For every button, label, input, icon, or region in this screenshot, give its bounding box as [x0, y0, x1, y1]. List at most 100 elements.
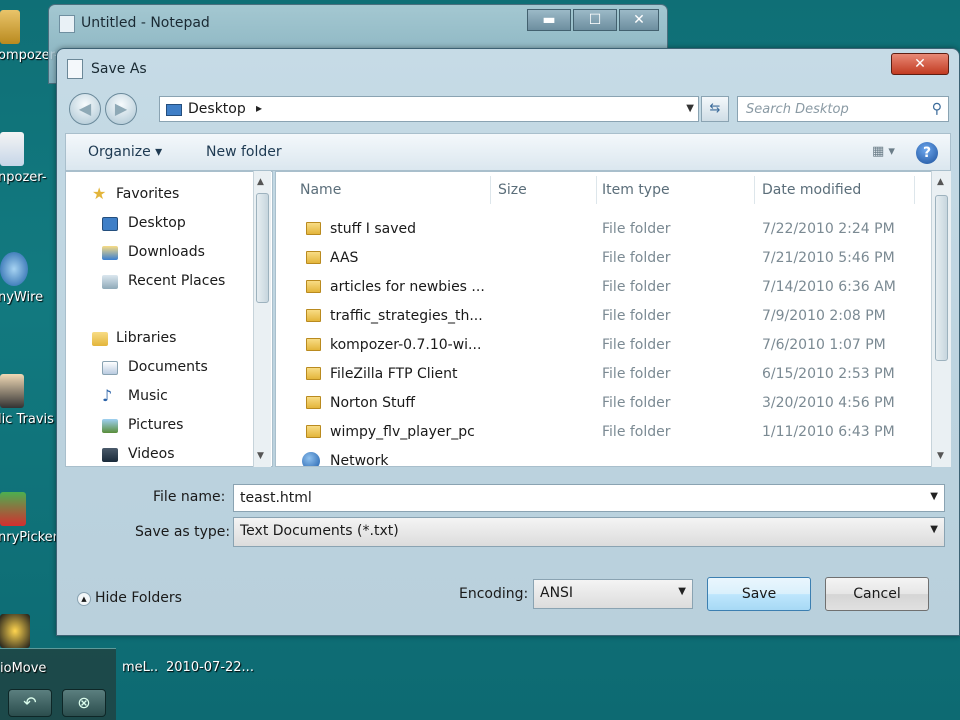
folder-icon [306, 396, 321, 409]
folder-icon [0, 10, 20, 44]
notepad-icon [59, 15, 75, 33]
desktop-icon-label: nryPicker [0, 530, 58, 545]
forward-button[interactable]: ▶ [105, 93, 137, 125]
close-button[interactable]: ✕ [891, 53, 949, 75]
star-icon: ★ [92, 184, 107, 203]
hide-folders-button[interactable]: ▲ Hide Folders [77, 590, 182, 606]
desktop-icon [102, 217, 118, 231]
file-list: Name Size Item type Date modified stuff … [275, 171, 951, 467]
folder-icon [306, 425, 321, 438]
person-icon [0, 374, 24, 408]
save-as-type-select[interactable]: Text Documents (*.txt) ▼ [233, 517, 945, 547]
pictures-icon [102, 419, 118, 433]
address-location[interactable]: Desktop [188, 101, 246, 117]
cherry-icon [0, 492, 26, 526]
nav-recent-places[interactable]: Recent Places [66, 271, 256, 295]
search-icon[interactable]: ⚲ [932, 101, 942, 117]
cancel-icon[interactable]: ⊗ [62, 689, 106, 717]
toolbar: Organize ▾ New folder ▦ ▾ ? [65, 133, 951, 171]
flower-icon [0, 614, 30, 648]
maximize-button[interactable]: ☐ [573, 9, 617, 31]
file-row[interactable]: Norton Stuff File folder 3/20/2010 4:56 … [276, 390, 916, 418]
nav-libraries[interactable]: Libraries [66, 328, 256, 352]
search-placeholder: Search Desktop [746, 102, 849, 117]
desktop-icon-kompozer[interactable]: ompozer- [0, 10, 59, 63]
file-row-network[interactable]: Network [276, 448, 916, 466]
close-button[interactable]: ✕ [619, 9, 659, 31]
file-row[interactable]: articles for newbies ... File folder 7/1… [276, 274, 916, 302]
music-icon: ♪ [102, 386, 113, 405]
back-button[interactable]: ◀ [69, 93, 101, 125]
save-as-type-label: Save as type: [135, 524, 231, 540]
column-date-modified[interactable]: Date modified [762, 182, 861, 198]
organize-button[interactable]: Organize ▾ [88, 144, 162, 160]
scroll-thumb[interactable] [256, 193, 269, 303]
help-button[interactable]: ? [916, 142, 938, 164]
chevron-down-icon[interactable]: ▼ [930, 524, 938, 535]
file-row[interactable]: wimpy_flv_player_pc File folder 1/11/201… [276, 419, 916, 447]
file-row[interactable]: AAS File folder 7/21/2010 5:46 PM [276, 245, 916, 273]
nav-music[interactable]: ♪ Music [66, 386, 256, 410]
nav-favorites[interactable]: ★ Favorites [66, 184, 256, 208]
videos-icon [102, 448, 118, 462]
desktop-icon-label: lic Travis [0, 412, 54, 427]
downloads-icon [102, 246, 118, 260]
column-name[interactable]: Name [300, 182, 341, 198]
navigation-pane: ★ Favorites Desktop Downloads Recent Pla… [65, 171, 273, 467]
desktop-icon-travis[interactable]: lic Travis [0, 374, 54, 427]
file-row[interactable]: kompozer-0.7.10-wi... File folder 7/6/20… [276, 332, 916, 360]
search-input[interactable]: Search Desktop ⚲ [737, 96, 949, 122]
nav-scrollbar[interactable]: ▲ ▼ [253, 171, 271, 467]
folder-icon [306, 367, 321, 380]
nav-videos[interactable]: Videos [66, 444, 256, 466]
desktop-icon-move[interactable] [0, 614, 48, 648]
desktop-icon [166, 104, 182, 116]
chevron-down-icon[interactable]: ▼ [686, 103, 694, 114]
folder-icon [306, 338, 321, 351]
scroll-thumb[interactable] [935, 195, 948, 361]
nav-desktop[interactable]: Desktop [66, 213, 256, 237]
refresh-button[interactable]: ⇆ [701, 96, 729, 122]
undo-button[interactable]: ↶ [8, 689, 52, 717]
file-name-field[interactable]: teast.html ▼ [233, 484, 945, 512]
desktop-icon-label: ioMove [0, 661, 47, 676]
libraries-icon [92, 332, 108, 346]
desktop-icon-picker[interactable]: nryPicker [0, 492, 58, 545]
network-icon [302, 452, 320, 466]
scroll-down-icon[interactable]: ▼ [937, 451, 944, 461]
desktop-icon-anywire[interactable]: nyWire [0, 252, 48, 305]
file-name-label: File name: [153, 489, 226, 505]
chevron-down-icon[interactable]: ▼ [678, 586, 686, 597]
recent-places-icon [102, 275, 118, 289]
desktop-icon-label: nyWire [0, 290, 44, 305]
save-as-type-value: Text Documents (*.txt) [240, 523, 399, 539]
collapse-icon: ▲ [77, 592, 91, 606]
new-folder-button[interactable]: New folder [206, 144, 282, 160]
file-list-scrollbar[interactable]: ▲ ▼ [931, 171, 951, 467]
view-options-button[interactable]: ▦ ▾ [872, 144, 904, 159]
address-bar[interactable]: Desktop ▸ ▼ [159, 96, 699, 122]
notepad-title: Untitled - Notepad [81, 15, 210, 31]
column-item-type[interactable]: Item type [602, 182, 670, 198]
breadcrumb-arrow-icon[interactable]: ▸ [256, 101, 262, 115]
minimize-button[interactable]: ▬ [527, 9, 571, 31]
desktop-icon-kompozer-2[interactable]: npozer- [0, 132, 48, 185]
save-button[interactable]: Save [707, 577, 811, 611]
nav-documents[interactable]: Documents [66, 357, 256, 381]
file-row[interactable]: stuff I saved File folder 7/22/2010 2:24… [276, 216, 916, 244]
encoding-select[interactable]: ANSI ▼ [533, 579, 693, 609]
scroll-up-icon[interactable]: ▲ [937, 177, 944, 187]
file-row[interactable]: FileZilla FTP Client File folder 6/15/20… [276, 361, 916, 389]
nav-pictures[interactable]: Pictures [66, 415, 256, 439]
scroll-up-icon[interactable]: ▲ [257, 177, 264, 187]
column-size[interactable]: Size [498, 182, 527, 198]
file-name-value: teast.html [240, 490, 312, 506]
desktop-icon-label: 2010-07-22... [166, 660, 254, 675]
folder-icon [306, 309, 321, 322]
cancel-button[interactable]: Cancel [825, 577, 929, 611]
save-icon [67, 59, 83, 79]
chevron-down-icon[interactable]: ▼ [930, 491, 938, 502]
scroll-down-icon[interactable]: ▼ [257, 451, 264, 461]
file-row[interactable]: traffic_strategies_th... File folder 7/9… [276, 303, 916, 331]
nav-downloads[interactable]: Downloads [66, 242, 256, 266]
